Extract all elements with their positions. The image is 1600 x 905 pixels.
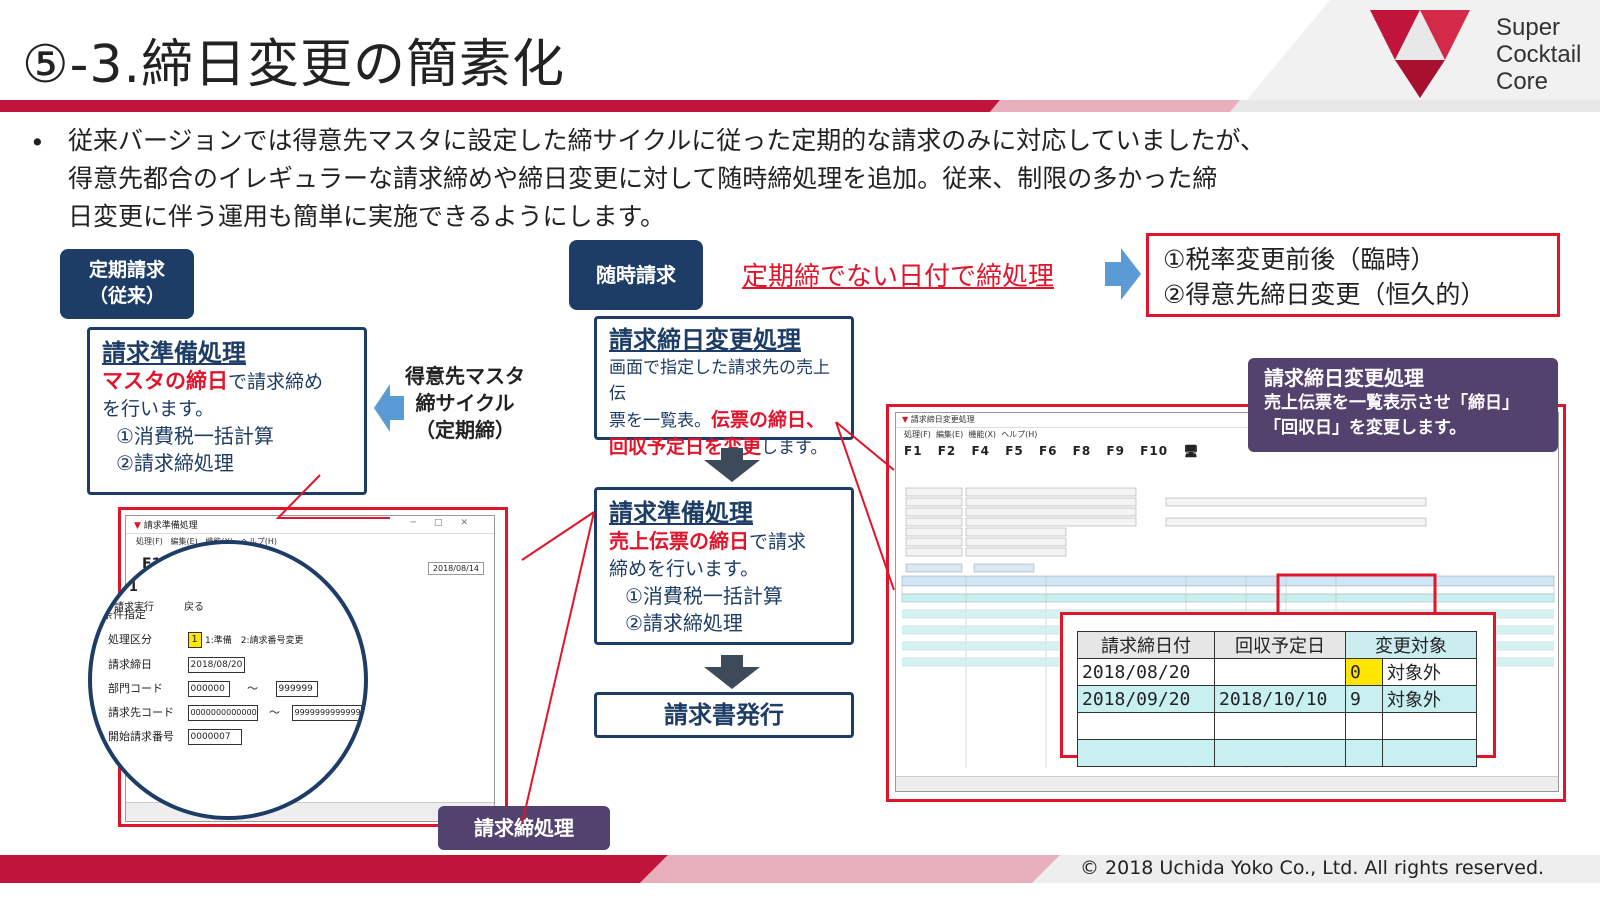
logo-text: Super Cocktail Core bbox=[1496, 14, 1582, 95]
down-arrow-2-icon bbox=[704, 667, 760, 689]
tag-adhoc-billing: 随時請求 bbox=[569, 240, 703, 310]
zoom-table-frame: 請求締日付 回収予定日 変更対象 2018/08/20 0 対象外 2018/0… bbox=[1060, 612, 1496, 767]
left-arrow-icon bbox=[374, 384, 404, 432]
menu-item[interactable]: 処理(F) bbox=[136, 537, 163, 546]
zoom-table: 請求締日付 回収予定日 変更対象 2018/08/20 0 対象外 2018/0… bbox=[1077, 631, 1477, 767]
menu-item[interactable]: 処理(F) bbox=[904, 430, 931, 439]
dept-to-input[interactable]: 999999 bbox=[275, 681, 318, 697]
connector-lines-left bbox=[521, 511, 595, 825]
fkey[interactable]: F9 bbox=[1106, 444, 1125, 458]
change-flag-input[interactable]: 9 bbox=[1345, 685, 1383, 713]
customer-from-input[interactable]: 0000000000000 bbox=[187, 705, 258, 721]
copyright: © 2018 Uchida Yoko Co., Ltd. All rights … bbox=[1080, 857, 1545, 879]
menu-item[interactable]: 編集(E) bbox=[936, 430, 963, 439]
customer-to-input[interactable]: 9999999999999 bbox=[291, 705, 362, 721]
closing-date-input[interactable]: 2018/08/20 bbox=[187, 657, 246, 673]
fkey[interactable]: F10 bbox=[1140, 444, 1168, 458]
box-invoice-issue: 請求書発行 bbox=[594, 692, 854, 738]
fkey[interactable]: F6 bbox=[1039, 444, 1058, 458]
magnifier-circle: F1 請求実行 戻る 条件指定 処理区分 1 1:準備 2:請求番号変更 請求締… bbox=[88, 540, 368, 820]
form-row-customer: 請求先コード 0000000000000 ～ 9999999999999 bbox=[108, 705, 362, 721]
down-arrow-1-stem bbox=[721, 448, 743, 460]
col-header-due-date: 回収予定日 bbox=[1214, 631, 1346, 659]
change-flag-input[interactable]: 0 bbox=[1345, 658, 1383, 686]
app-icon: ▼ bbox=[134, 521, 141, 531]
callout-pointer bbox=[275, 474, 390, 519]
col-header-closing-date: 請求締日付 bbox=[1077, 631, 1215, 659]
connector-lines bbox=[835, 421, 895, 591]
menu-item[interactable]: 機能(X) bbox=[968, 430, 996, 439]
table-row-empty bbox=[1077, 712, 1477, 740]
table-row[interactable]: 2018/08/20 0 対象外 bbox=[1077, 658, 1477, 686]
box-billing-prep-adhoc: 請求準備処理 売上伝票の締日で請求 締めを行います。 ①消費税一括計算 ②請求締… bbox=[594, 487, 854, 645]
callout-closing-date-change: 請求締日変更処理 売上伝票を一覧表示させ「締日」 「回収日」を変更します。 bbox=[1248, 358, 1558, 452]
fkey[interactable]: F8 bbox=[1073, 444, 1092, 458]
fkey[interactable]: F2 bbox=[938, 444, 957, 458]
form-row-date: 請求締日 2018/08/20 bbox=[108, 653, 364, 677]
tag-regular-billing: 定期請求 （従来） bbox=[60, 249, 194, 319]
dept-from-input[interactable]: 000000 bbox=[187, 681, 230, 697]
box-closing-date-change: 請求締日変更処理 画面で指定した請求先の売上伝 票を一覧表。伝票の締日、 回収予… bbox=[594, 316, 854, 458]
fkey[interactable]: F4 bbox=[971, 444, 990, 458]
down-arrow-1-icon bbox=[704, 460, 760, 482]
start-number-input[interactable]: 0000007 bbox=[187, 729, 242, 745]
col-header-change-target: 変更対象 bbox=[1345, 631, 1477, 659]
red-note: 定期締でない日付で締処理 bbox=[742, 262, 1055, 292]
intro-text: 従来バージョンでは得意先マスタに設定した締サイクルに従った定期的な請求のみに対応… bbox=[68, 126, 1266, 231]
fkey[interactable]: F1 bbox=[904, 444, 923, 458]
right-arrow-icon bbox=[1105, 248, 1141, 300]
type-input[interactable]: 1 bbox=[187, 632, 202, 648]
table-row[interactable]: 2018/09/20 2018/10/10 9 対象外 bbox=[1077, 685, 1477, 713]
window-title: 請求準備処理 bbox=[143, 521, 198, 531]
menu-item[interactable]: ヘルプ(H) bbox=[1001, 430, 1037, 439]
reasons-box: ①税率変更前後（臨時） ②得意先締日変更（恒久的） bbox=[1146, 233, 1560, 317]
table-row-empty bbox=[1077, 739, 1477, 767]
bullet-mark: • bbox=[30, 128, 45, 157]
form-row-dept: 部門コード 000000 ～ 999999 bbox=[108, 677, 364, 701]
slide-title: ⑤-3.締日変更の簡素化 bbox=[22, 35, 565, 95]
right-status-bar bbox=[896, 776, 1558, 791]
form-row-start-no: 開始請求番号 0000007 bbox=[108, 725, 364, 749]
fkey[interactable]: F5 bbox=[1005, 444, 1024, 458]
condition-form: 処理区分 1 1:準備 2:請求番号変更 請求締日 2018/08/20 部門コ… bbox=[108, 628, 364, 749]
form-row-type: 処理区分 1 1:準備 2:請求番号変更 bbox=[108, 632, 304, 648]
monitor-icon[interactable]: 🖥 bbox=[1183, 444, 1199, 458]
group-label: 条件指定 bbox=[102, 608, 146, 621]
down-arrow-2-stem bbox=[721, 655, 743, 667]
header-band bbox=[0, 100, 1600, 112]
customer-master-note: 得意先マスタ 締サイクル （定期締） bbox=[405, 364, 525, 442]
